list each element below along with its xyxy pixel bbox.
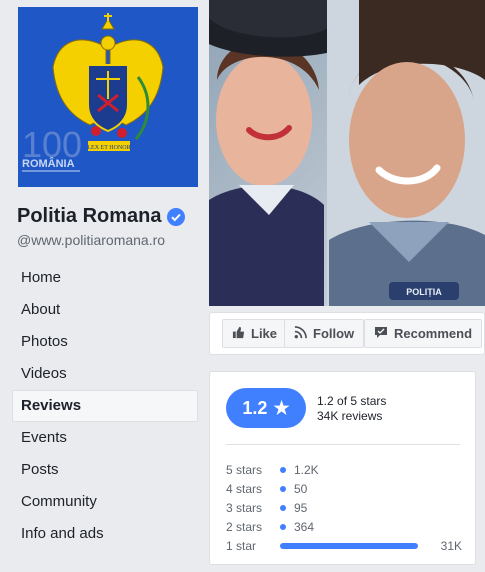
page-handle[interactable]: @www.politiaromana.ro bbox=[17, 232, 165, 248]
star-icon: ★ bbox=[273, 397, 290, 418]
cover-photo-image: POLIȚIA bbox=[209, 0, 485, 306]
rating-row-label: 5 stars bbox=[226, 462, 263, 477]
page-action-bar: Like Follow Recommend bbox=[209, 312, 485, 355]
rss-feed-icon bbox=[294, 325, 307, 342]
rating-row-3[interactable]: 3 stars 95 bbox=[226, 498, 462, 517]
speech-bubble-icon bbox=[374, 326, 388, 342]
nav-item-posts[interactable]: Posts bbox=[12, 454, 198, 486]
page-title[interactable]: Politia Romana bbox=[17, 205, 161, 228]
reviews-card: 1.2 ★ 1.2 of 5 stars 34K reviews 5 stars… bbox=[209, 371, 476, 565]
rating-row-label: 1 star bbox=[226, 538, 257, 553]
rating-row-count: 50 bbox=[294, 481, 308, 496]
nav-item-community[interactable]: Community bbox=[12, 486, 198, 518]
rating-bar bbox=[280, 485, 286, 492]
nav-item-about[interactable]: About bbox=[12, 294, 198, 326]
profile-picture[interactable]: LEX ET HONOR 100 ROMÂNIA bbox=[18, 7, 198, 187]
rating-row-label: 4 stars bbox=[226, 481, 263, 496]
svg-text:POLIȚIA: POLIȚIA bbox=[406, 287, 442, 297]
nav-item-videos[interactable]: Videos bbox=[12, 358, 198, 390]
rating-row-label: 3 stars bbox=[226, 500, 263, 515]
rating-row-5[interactable]: 5 stars 1.2K bbox=[226, 460, 462, 479]
rating-badge: 1.2 ★ bbox=[226, 388, 306, 428]
nav-item-reviews[interactable]: Reviews bbox=[12, 390, 198, 422]
review-count[interactable]: 34K reviews bbox=[317, 409, 386, 424]
nav-item-home[interactable]: Home bbox=[12, 262, 198, 294]
rating-bar bbox=[280, 542, 418, 549]
divider bbox=[226, 444, 460, 445]
svg-text:ROMÂNIA: ROMÂNIA bbox=[22, 157, 75, 170]
nav-item-photos[interactable]: Photos bbox=[12, 326, 198, 358]
police-crest-logo: LEX ET HONOR 100 ROMÂNIA bbox=[18, 7, 198, 187]
rating-bar bbox=[280, 523, 286, 530]
recommend-label: Recommend bbox=[394, 326, 473, 341]
verified-badge-icon bbox=[167, 207, 186, 226]
like-label: Like bbox=[251, 326, 278, 341]
recommend-button[interactable]: Recommend bbox=[364, 319, 483, 348]
rating-distribution: 5 stars 1.2K 4 stars 50 3 stars 95 2 sta… bbox=[226, 460, 462, 555]
svg-text:LEX ET HONOR: LEX ET HONOR bbox=[87, 145, 130, 151]
rating-bar bbox=[280, 504, 286, 511]
rating-row-2[interactable]: 2 stars 364 bbox=[226, 517, 462, 536]
rating-summary: 1.2 of 5 stars 34K reviews bbox=[317, 394, 386, 424]
follow-label: Follow bbox=[313, 326, 355, 341]
rating-row-count: 1.2K bbox=[294, 462, 319, 477]
rating-text: 1.2 of 5 stars bbox=[317, 394, 387, 408]
nav-item-events[interactable]: Events bbox=[12, 422, 198, 454]
rating-row-4[interactable]: 4 stars 50 bbox=[226, 479, 462, 498]
rating-row-count: 31K bbox=[440, 538, 462, 553]
rating-row-count: 95 bbox=[294, 500, 308, 515]
thumbs-up-icon bbox=[232, 326, 245, 342]
page-nav: Home About Photos Videos Reviews Events … bbox=[12, 262, 198, 550]
rating-row-label: 2 stars bbox=[226, 519, 263, 534]
page-name[interactable]: Politia Romana bbox=[17, 205, 186, 228]
rating-bar bbox=[280, 466, 286, 473]
nav-item-info-and-ads[interactable]: Info and ads bbox=[12, 518, 198, 550]
rating-row-count: 364 bbox=[294, 519, 315, 534]
like-button[interactable]: Like bbox=[222, 319, 288, 348]
cover-photo[interactable]: POLIȚIA bbox=[209, 0, 485, 306]
rating-row-1[interactable]: 1 star 31K bbox=[226, 536, 462, 555]
rating-value: 1.2 bbox=[242, 397, 268, 418]
follow-button[interactable]: Follow bbox=[284, 319, 365, 348]
